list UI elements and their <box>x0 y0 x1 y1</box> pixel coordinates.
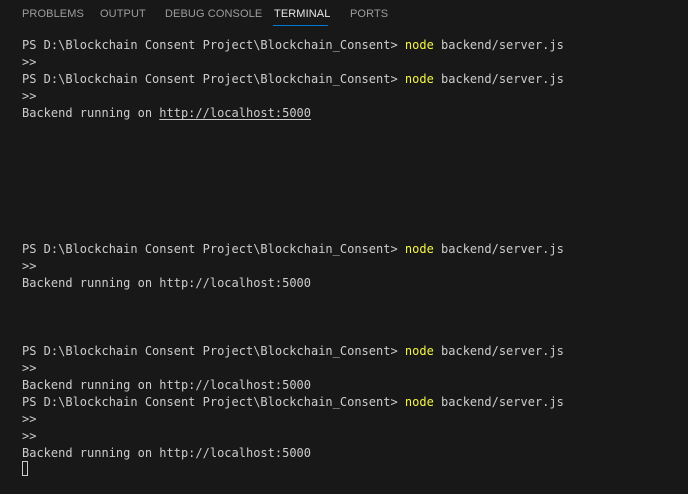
command-name: node <box>404 72 434 86</box>
output-line: Backend running on http://localhost:5000 <box>22 105 311 122</box>
command-name: node <box>404 395 434 409</box>
command-args: backend/server.js <box>433 344 564 358</box>
continuation-line: >> <box>22 361 37 375</box>
continuation-line: >> <box>22 89 37 103</box>
command-args: backend/server.js <box>433 395 564 409</box>
localhost-url: http://localhost:5000 <box>159 276 311 290</box>
output-line: Backend running on http://localhost:5000 <box>22 275 311 292</box>
prompt-text: PS D:\Blockchain Consent Project\Blockch… <box>22 344 405 358</box>
tab-ports[interactable]: PORTS <box>350 8 388 20</box>
command-name: node <box>404 242 434 256</box>
continuation-line: >> <box>22 259 37 273</box>
prompt-text: PS D:\Blockchain Consent Project\Blockch… <box>22 38 405 52</box>
command-name: node <box>404 38 434 52</box>
command-args: backend/server.js <box>433 72 564 86</box>
terminal-output[interactable]: PS D:\Blockchain Consent Project\Blockch… <box>0 30 688 494</box>
continuation-line: >> <box>22 429 37 443</box>
prompt-line: PS D:\Blockchain Consent Project\Blockch… <box>22 343 564 360</box>
tab-debug-console[interactable]: DEBUG CONSOLE <box>165 8 262 20</box>
localhost-url: http://localhost:5000 <box>159 446 311 460</box>
command-args: backend/server.js <box>433 38 564 52</box>
prompt-line: PS D:\Blockchain Consent Project\Blockch… <box>22 71 564 88</box>
active-tab-indicator <box>273 25 328 26</box>
localhost-url: http://localhost:5000 <box>159 378 311 392</box>
output-line: Backend running on http://localhost:5000 <box>22 445 311 462</box>
prompt-line: PS D:\Blockchain Consent Project\Blockch… <box>22 37 564 54</box>
output-text: Backend running on <box>22 106 160 120</box>
output-line: Backend running on http://localhost:5000 <box>22 377 311 394</box>
prompt-text: PS D:\Blockchain Consent Project\Blockch… <box>22 395 405 409</box>
tab-output[interactable]: OUTPUT <box>100 8 146 20</box>
continuation-line: >> <box>22 412 37 426</box>
tab-terminal[interactable]: TERMINAL <box>274 8 330 20</box>
output-text: Backend running on <box>22 378 160 392</box>
panel-tab-bar: PROBLEMS OUTPUT DEBUG CONSOLE TERMINAL P… <box>0 0 688 30</box>
terminal-cursor <box>22 461 28 476</box>
prompt-text: PS D:\Blockchain Consent Project\Blockch… <box>22 72 405 86</box>
localhost-link[interactable]: http://localhost:5000 <box>159 106 311 120</box>
command-args: backend/server.js <box>433 242 564 256</box>
output-text: Backend running on <box>22 276 160 290</box>
output-text: Backend running on <box>22 446 160 460</box>
tab-problems[interactable]: PROBLEMS <box>22 8 84 20</box>
command-name: node <box>404 344 434 358</box>
prompt-line: PS D:\Blockchain Consent Project\Blockch… <box>22 241 564 258</box>
prompt-text: PS D:\Blockchain Consent Project\Blockch… <box>22 242 405 256</box>
prompt-line: PS D:\Blockchain Consent Project\Blockch… <box>22 394 564 411</box>
continuation-line: >> <box>22 55 37 69</box>
